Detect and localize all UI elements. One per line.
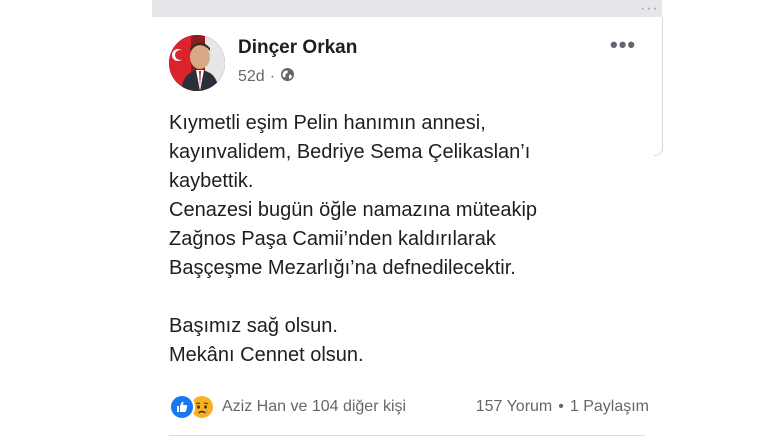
post-meta: 52d · xyxy=(238,67,295,87)
comments-link[interactable]: 157 Yorum xyxy=(476,398,553,416)
post-text-line: kaybettik. xyxy=(169,170,254,192)
previous-post-edge xyxy=(152,0,662,17)
post-text-line: Başımız sağ olsun. xyxy=(169,315,338,337)
avatar[interactable] xyxy=(169,35,225,91)
globe-icon[interactable] xyxy=(280,67,295,87)
footer-separator: • xyxy=(558,398,564,415)
shares-link[interactable]: 1 Paylaşım xyxy=(570,398,649,416)
post-text-line: Mekânı Cennet olsun. xyxy=(169,344,364,366)
post-time[interactable]: 52d xyxy=(238,68,265,86)
post-author[interactable]: Dinçer Orkan xyxy=(238,37,357,59)
post-text-line: Zağnos Paşa Camii’nden kaldırılarak xyxy=(169,228,496,250)
more-options-icon[interactable]: ••• xyxy=(610,34,636,56)
like-icon xyxy=(169,394,195,420)
post-text-line: kayınvalidem, Bedriye Sema Çelikaslan’ı xyxy=(169,141,531,163)
meta-separator: · xyxy=(269,68,276,85)
screenshot: ··· Dinçer Orkan 52d · ••• Kıymetli eşim… xyxy=(0,0,780,440)
adjacent-card-edge xyxy=(654,17,663,156)
post-card: Dinçer Orkan 52d · ••• Kıymetli eşim Pel… xyxy=(152,17,652,440)
previous-post-more-icon[interactable]: ··· xyxy=(640,1,659,17)
reactors-link[interactable]: Aziz Han ve 104 diğer kişi xyxy=(222,398,406,416)
post-footer: Aziz Han ve 104 diğer kişi 157 Yorum • 1… xyxy=(169,394,649,420)
reaction-icons[interactable] xyxy=(169,394,215,420)
post-text: Kıymetli eşim Pelin hanımın annesi, kayı… xyxy=(169,109,639,370)
post-text-line: Kıymetli eşim Pelin hanımın annesi, xyxy=(169,112,486,134)
post-text-line: Başçeşme Mezarlığı’na defnedilecektir. xyxy=(169,257,516,279)
post-text-line: Cenazesi bugün öğle namazına müteakip xyxy=(169,199,538,221)
avatar-image xyxy=(169,35,225,91)
footer-divider xyxy=(169,435,645,436)
